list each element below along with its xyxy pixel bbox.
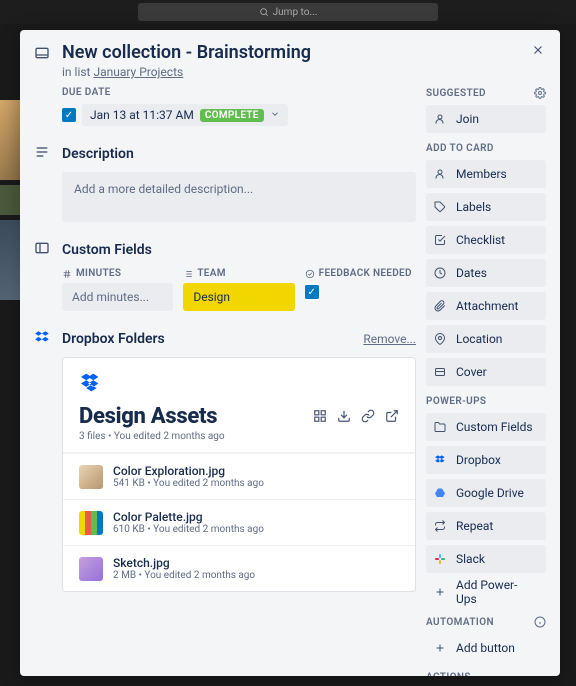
dropbox-icon	[34, 329, 52, 349]
add-automation-button[interactable]: Add button	[426, 634, 546, 662]
person-icon	[434, 113, 448, 125]
actions-label: ACTIONS	[426, 672, 546, 676]
gdrive-icon	[434, 487, 448, 499]
due-date-text: Jan 13 at 11:37 AM	[90, 108, 194, 122]
card-subtitle: in list January Projects	[62, 65, 311, 79]
cf-minutes-label: MINUTES	[62, 268, 173, 279]
cf-feedback-label: FEEDBACK NEEDED	[305, 268, 416, 279]
check-circle-icon	[305, 269, 315, 279]
file-thumbnail	[79, 465, 103, 489]
close-button[interactable]	[528, 40, 548, 60]
file-meta: 541 KB • You edited 2 months ago	[113, 478, 264, 489]
location-button[interactable]: Location	[426, 325, 546, 353]
automation-label: AUTOMATION	[426, 616, 546, 628]
cover-icon	[434, 366, 448, 378]
plus-icon	[434, 642, 448, 654]
repeat-icon	[434, 520, 448, 532]
dropbox-folder-card: Design Assets 3 files • You edited 2 mon…	[62, 357, 416, 592]
due-date-button[interactable]: Jan 13 at 11:37 AM COMPLETE	[82, 104, 288, 126]
labels-button[interactable]: Labels	[426, 193, 546, 221]
list-link[interactable]: January Projects	[93, 65, 183, 79]
file-name: Sketch.jpg	[113, 556, 255, 570]
dropbox-logo-icon	[79, 372, 399, 398]
checklist-icon	[434, 234, 448, 246]
close-icon	[531, 43, 545, 57]
info-icon[interactable]	[534, 616, 546, 628]
add-to-card-label: ADD TO CARD	[426, 143, 546, 154]
jump-to-search[interactable]: Jump to...	[138, 3, 438, 21]
due-date-label: DUE DATE	[62, 87, 416, 98]
cf-feedback-checkbox[interactable]: ✓	[305, 285, 319, 299]
description-icon	[34, 144, 52, 164]
dropbox-folder-title: Design Assets	[79, 404, 225, 429]
clock-icon	[434, 267, 448, 279]
card-modal: New collection - Brainstorming in list J…	[20, 30, 560, 676]
cover-button[interactable]: Cover	[426, 358, 546, 386]
members-button[interactable]: Members	[426, 160, 546, 188]
location-icon	[434, 333, 448, 345]
file-name: Color Palette.jpg	[113, 510, 264, 524]
list-icon	[183, 269, 193, 279]
pu-repeat-button[interactable]: Repeat	[426, 512, 546, 540]
card-title[interactable]: New collection - Brainstorming	[62, 42, 311, 63]
gear-icon[interactable]	[534, 87, 546, 99]
hash-icon	[62, 269, 72, 279]
due-checkbox[interactable]: ✓	[62, 108, 76, 122]
description-input[interactable]: Add a more detailed description...	[62, 172, 416, 222]
file-thumbnail	[79, 511, 103, 535]
dates-button[interactable]: Dates	[426, 259, 546, 287]
add-powerups-button[interactable]: Add Power-Ups	[426, 578, 546, 606]
folder-icon	[434, 421, 448, 433]
dropbox-file-row[interactable]: Sketch.jpg 2 MB • You edited 2 months ag…	[63, 545, 415, 591]
pu-custom-fields-button[interactable]: Custom Fields	[426, 413, 546, 441]
dropbox-folder-subtitle: 3 files • You edited 2 months ago	[79, 431, 225, 442]
dropbox-remove-link[interactable]: Remove...	[363, 332, 416, 346]
app-topbar: Jump to...	[0, 0, 576, 24]
pu-slack-button[interactable]: Slack	[426, 545, 546, 573]
custom-fields-title: Custom Fields	[62, 242, 152, 258]
description-title: Description	[62, 146, 134, 162]
dropbox-file-row[interactable]: Color Exploration.jpg 541 KB • You edite…	[63, 453, 415, 499]
dropbox-file-row[interactable]: Color Palette.jpg 610 KB • You edited 2 …	[63, 499, 415, 545]
dropbox-section-title: Dropbox Folders	[62, 331, 165, 347]
plus-icon	[434, 586, 448, 598]
chevron-down-icon	[270, 108, 280, 122]
search-icon	[259, 7, 269, 17]
external-link-icon[interactable]	[385, 408, 399, 427]
join-button[interactable]: Join	[426, 105, 546, 133]
suggested-label: SUGGESTED	[426, 87, 546, 99]
pu-gdrive-button[interactable]: Google Drive	[426, 479, 546, 507]
file-meta: 2 MB • You edited 2 months ago	[113, 570, 255, 581]
tag-icon	[434, 201, 448, 213]
download-icon[interactable]	[337, 408, 351, 427]
person-icon	[434, 168, 448, 180]
pu-dropbox-button[interactable]: Dropbox	[426, 446, 546, 474]
attachment-button[interactable]: Attachment	[426, 292, 546, 320]
file-name: Color Exploration.jpg	[113, 464, 264, 478]
custom-fields-icon	[34, 240, 52, 260]
cf-team-select[interactable]: Design	[183, 283, 294, 311]
grid-view-icon[interactable]	[313, 408, 327, 427]
checklist-button[interactable]: Checklist	[426, 226, 546, 254]
jump-placeholder: Jump to...	[273, 7, 318, 18]
dropbox-icon	[434, 454, 448, 466]
powerups-label: POWER-UPS	[426, 396, 546, 407]
file-thumbnail	[79, 557, 103, 581]
cf-minutes-input[interactable]: Add minutes...	[62, 283, 173, 311]
cf-team-label: TEAM	[183, 268, 294, 279]
slack-icon	[434, 553, 448, 565]
card-icon	[34, 45, 52, 65]
due-status-badge: COMPLETE	[200, 109, 264, 122]
link-icon[interactable]	[361, 408, 375, 427]
paperclip-icon	[434, 300, 448, 312]
file-meta: 610 KB • You edited 2 months ago	[113, 524, 264, 535]
